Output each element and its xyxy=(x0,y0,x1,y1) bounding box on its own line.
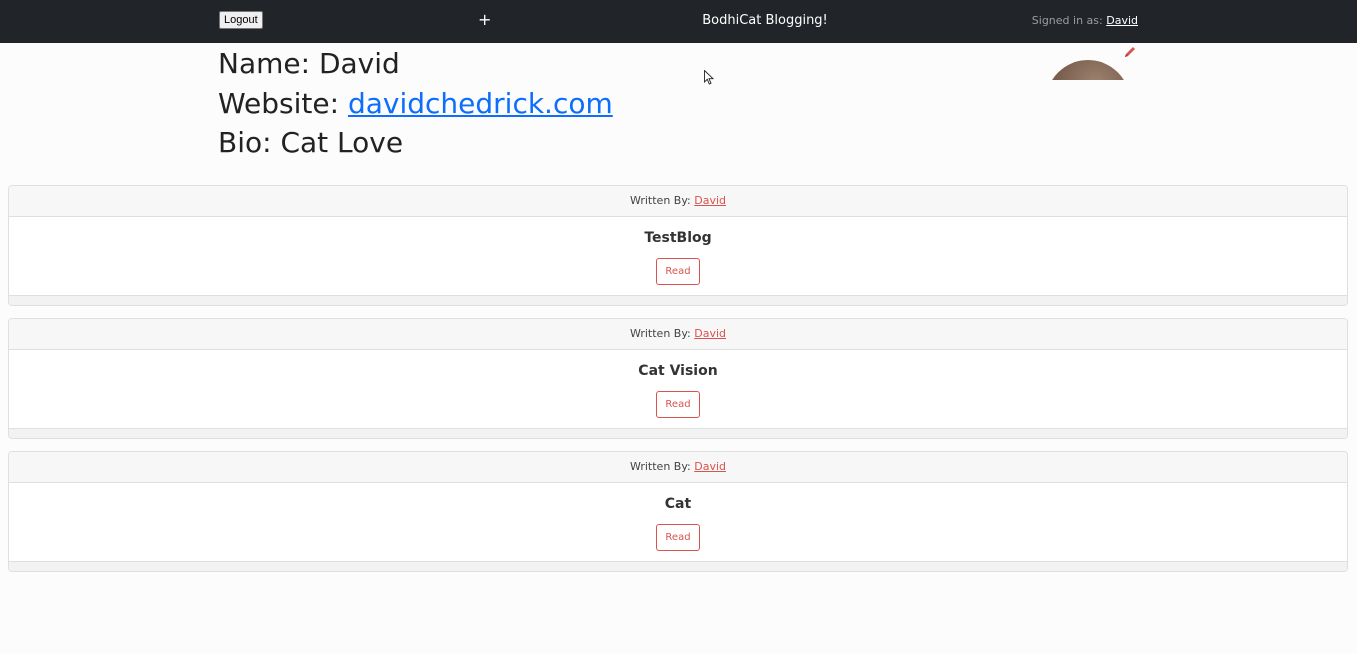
post-author-link[interactable]: David xyxy=(694,194,726,207)
post-header: Written By: David xyxy=(9,452,1347,483)
read-button[interactable]: Read xyxy=(656,524,700,551)
top-navbar: Logout + BodhiCat Blogging! Signed in as… xyxy=(0,0,1357,43)
post-card: Written By: David Cat Vision Read xyxy=(8,318,1348,439)
bio-label: Bio: xyxy=(218,126,281,159)
signed-in-user-link[interactable]: David xyxy=(1106,14,1138,27)
mouse-cursor-icon xyxy=(704,70,714,85)
profile-website: Website: davidchedrick.com xyxy=(218,84,613,124)
profile-info: Name: David Website: davidchedrick.com B… xyxy=(218,44,613,163)
brand-title-wrap: BodhiCat Blogging! xyxy=(0,12,1357,30)
profile-name: Name: David xyxy=(218,44,613,84)
brand-title[interactable]: BodhiCat Blogging! xyxy=(702,13,828,28)
post-body: Cat Read xyxy=(9,483,1347,561)
name-label: Name: xyxy=(218,47,319,80)
signed-in-prefix: Signed in as: xyxy=(1031,14,1107,27)
post-body: Cat Vision Read xyxy=(9,350,1347,428)
post-body: TestBlog Read xyxy=(9,217,1347,295)
post-header: Written By: David xyxy=(9,186,1347,217)
website-label: Website: xyxy=(218,86,348,120)
profile-bio: Bio: Cat Love xyxy=(218,123,613,163)
bio-value: Cat Love xyxy=(280,126,404,159)
signed-in-status: Signed in as: David xyxy=(1032,13,1138,28)
written-by-label: Written By: xyxy=(629,327,695,340)
post-footer xyxy=(9,561,1347,571)
website-link[interactable]: davidchedrick.com xyxy=(348,87,613,120)
read-button[interactable]: Read xyxy=(656,258,700,285)
post-title: Cat Vision xyxy=(638,363,718,379)
post-footer xyxy=(9,428,1347,438)
post-footer xyxy=(9,295,1347,305)
post-title: Cat xyxy=(664,496,692,512)
post-author-link[interactable]: David xyxy=(694,460,726,473)
read-button[interactable]: Read xyxy=(656,391,700,418)
pencil-icon[interactable] xyxy=(1123,45,1137,59)
post-header: Written By: David xyxy=(9,319,1347,350)
post-author-link[interactable]: David xyxy=(694,327,726,340)
post-card: Written By: David Cat Read xyxy=(8,451,1348,572)
avatar-image xyxy=(1046,60,1130,80)
avatar xyxy=(1046,60,1130,80)
logout-button[interactable]: Logout xyxy=(219,11,263,29)
written-by-label: Written By: xyxy=(629,194,695,207)
name-value: David xyxy=(318,47,400,80)
add-post-icon[interactable]: + xyxy=(478,10,491,30)
post-title: TestBlog xyxy=(644,230,712,246)
post-card: Written By: David TestBlog Read xyxy=(8,185,1348,306)
written-by-label: Written By: xyxy=(629,460,695,473)
